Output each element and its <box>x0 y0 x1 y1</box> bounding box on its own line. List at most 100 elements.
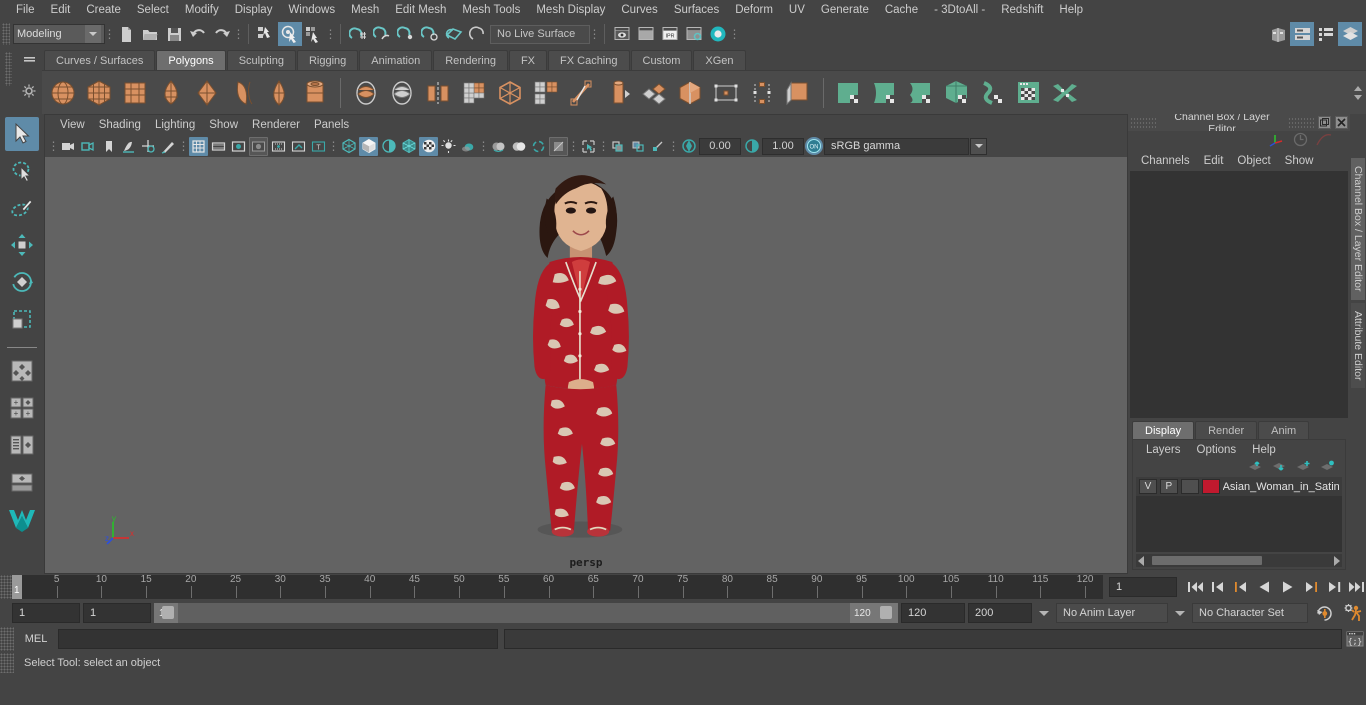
poly-torus-icon[interactable] <box>190 76 224 110</box>
layer-shading-toggle[interactable] <box>1180 479 1199 494</box>
gate-mask-icon[interactable] <box>249 136 268 156</box>
sculpt-window-icon[interactable] <box>1012 76 1046 110</box>
move-layer-down-icon[interactable] <box>1272 460 1287 476</box>
grease-pencil-icon[interactable] <box>159 137 178 156</box>
move-layer-up-icon[interactable] <box>1248 460 1263 476</box>
poly-multicut-icon[interactable] <box>529 76 563 110</box>
viewport-menu-renderer[interactable]: Renderer <box>245 117 307 133</box>
select-by-object-icon[interactable] <box>278 22 302 46</box>
layer-list[interactable]: V P Asian_Woman_in_Satin <box>1136 477 1342 552</box>
render-settings-icon[interactable] <box>682 22 706 46</box>
viewport-menu-lighting[interactable]: Lighting <box>148 117 202 133</box>
poly-bridge-icon[interactable] <box>637 76 671 110</box>
new-layer-icon[interactable] <box>1296 460 1311 476</box>
shelf-tab-sculpting[interactable]: Sculpting <box>226 50 296 70</box>
new-layer-from-selected-icon[interactable] <box>1320 460 1335 476</box>
undock-icon[interactable] <box>1318 116 1331 129</box>
snap-to-view-plane-icon[interactable] <box>442 22 466 46</box>
outliner-persp-layout[interactable] <box>5 428 39 462</box>
sculpt-mesh-icon[interactable] <box>904 76 938 110</box>
menu-set-selector[interactable]: Modeling <box>13 24 105 44</box>
poly-symmetrize-icon[interactable] <box>745 76 779 110</box>
anim-layer-chevron-down-icon[interactable] <box>1171 610 1189 616</box>
menu-help[interactable]: Help <box>1051 2 1091 18</box>
playback-options-chevron-down-icon[interactable] <box>1035 610 1053 616</box>
menu-display[interactable]: Display <box>227 2 281 18</box>
lasso-select-tool[interactable] <box>5 154 39 188</box>
wireframe-icon[interactable] <box>339 137 358 156</box>
menu-edit-mesh[interactable]: Edit Mesh <box>387 2 454 18</box>
list-item[interactable]: V P Asian_Woman_in_Satin <box>1136 477 1342 496</box>
menu-edit[interactable]: Edit <box>43 2 79 18</box>
scroll-thumb[interactable] <box>1152 556 1262 565</box>
anim-curve-icon[interactable] <box>1316 133 1332 150</box>
channel-box-toggle-icon[interactable] <box>1338 22 1362 46</box>
scroll-track[interactable] <box>1144 556 1334 565</box>
menu-cache[interactable]: Cache <box>877 2 926 18</box>
sculpt-surface-icon[interactable] <box>868 76 902 110</box>
scroll-right-icon[interactable] <box>1334 555 1340 566</box>
shelf-options-gear-icon[interactable] <box>22 84 36 101</box>
smooth-shade-all-icon[interactable] <box>359 136 378 156</box>
hypershade-persp-layout[interactable] <box>5 465 39 499</box>
axis-display-icon[interactable] <box>1269 132 1285 151</box>
menu-uv[interactable]: UV <box>781 2 813 18</box>
layer-tab-render[interactable]: Render <box>1195 421 1258 439</box>
color-space-selector[interactable]: sRGB gamma <box>824 137 969 155</box>
character-set-selector[interactable]: No Character Set <box>1192 603 1308 623</box>
current-frame-field[interactable]: 1 <box>1109 577 1177 597</box>
layer-list-scrollbar[interactable] <box>1136 554 1342 567</box>
open-scene-icon[interactable] <box>138 22 162 46</box>
gamma-icon[interactable] <box>742 137 761 156</box>
film-origin-icon[interactable] <box>269 137 288 156</box>
sculpt-cross-icon[interactable] <box>1048 76 1082 110</box>
channel-box-menu-object[interactable]: Object <box>1230 153 1277 169</box>
screen-space-ao-icon[interactable] <box>489 137 508 156</box>
end-time-field[interactable]: 200 <box>968 603 1032 623</box>
shelf-tab-fx-caching[interactable]: FX Caching <box>548 50 630 70</box>
shelf-grip[interactable] <box>0 48 16 114</box>
animation-preferences-icon[interactable] <box>1340 603 1366 623</box>
command-line-grip[interactable] <box>0 627 14 651</box>
multisample-aa-icon[interactable] <box>529 137 548 156</box>
channel-box-content[interactable] <box>1130 171 1348 418</box>
range-handle-left[interactable] <box>162 606 174 619</box>
snap-to-point-icon[interactable] <box>394 22 418 46</box>
redo-icon[interactable] <box>210 22 234 46</box>
auto-keyframe-icon[interactable] <box>1311 604 1337 623</box>
safe-title-icon[interactable]: T <box>309 137 328 156</box>
render-current-frame-icon[interactable] <box>610 22 634 46</box>
grid-toggle-icon[interactable] <box>189 136 208 156</box>
poly-cone-icon[interactable] <box>154 76 188 110</box>
poly-pipe-icon[interactable] <box>298 76 332 110</box>
snap-to-grid-icon[interactable] <box>346 22 370 46</box>
poly-smooth-icon[interactable] <box>493 76 527 110</box>
poly-boolean-difference-icon[interactable] <box>385 76 419 110</box>
shelf-tab-rigging[interactable]: Rigging <box>296 50 359 70</box>
poly-target-weld-icon[interactable] <box>709 76 743 110</box>
dock-tab-attribute-editor[interactable]: Attribute Editor <box>1351 302 1365 388</box>
texture-toggle-icon[interactable] <box>419 136 438 156</box>
dock-tab-channel-box[interactable]: Channel Box / Layer Editor <box>1351 158 1365 300</box>
four-view-layout[interactable] <box>5 354 39 388</box>
poly-wedge-icon[interactable] <box>673 76 707 110</box>
xray-active-components-icon[interactable] <box>649 137 668 156</box>
attribute-editor-toggle-icon[interactable] <box>1290 22 1314 46</box>
menu-redshift[interactable]: Redshift <box>993 2 1051 18</box>
time-slider[interactable]: 1 5 10 15 20 25 30 35 40 45 50 55 60 65 70 75 80 85 90 95 1… <box>12 575 1103 599</box>
menu-surfaces[interactable]: Surfaces <box>666 2 727 18</box>
gamma-field[interactable]: 1.00 <box>762 137 804 155</box>
snap-to-projected-center-icon[interactable] <box>418 22 442 46</box>
command-language-label[interactable]: MEL <box>14 633 58 645</box>
depth-of-field-icon[interactable] <box>549 136 568 156</box>
bookmark-icon[interactable] <box>99 137 118 156</box>
menu-mesh-display[interactable]: Mesh Display <box>528 2 613 18</box>
poly-boolean-union-icon[interactable] <box>349 76 383 110</box>
color-management-toggle-icon[interactable]: ON <box>805 137 823 155</box>
viewport-3d[interactable]: y x z persp <box>45 157 1127 573</box>
layer-tab-display[interactable]: Display <box>1132 421 1195 439</box>
playback-end-field[interactable]: 120 <box>901 603 965 623</box>
scale-tool[interactable] <box>5 302 39 336</box>
sculpt-curve-icon[interactable] <box>976 76 1010 110</box>
sculpt-cube-icon[interactable] <box>940 76 974 110</box>
